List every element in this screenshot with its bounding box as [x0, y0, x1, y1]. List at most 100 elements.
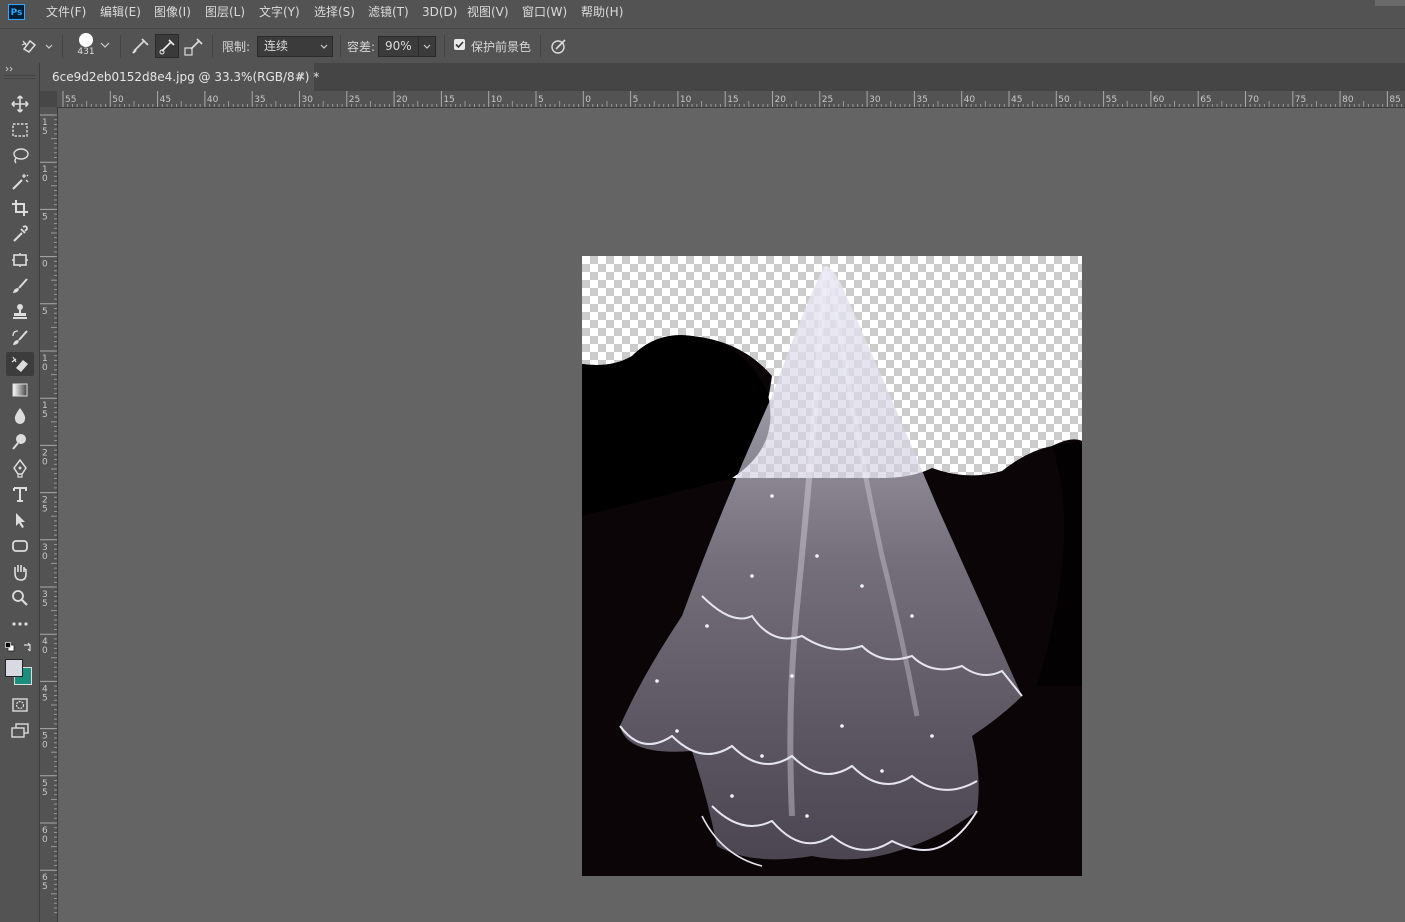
collapse-panel-icon[interactable]	[5, 66, 15, 72]
ruler-label: 50	[1058, 95, 1070, 105]
gradient-tool[interactable]	[6, 378, 34, 402]
eyedropper-tool[interactable]	[6, 222, 34, 246]
ruler-label: 50	[112, 95, 124, 105]
type-icon	[13, 487, 27, 502]
foreground-color-swatch[interactable]	[5, 659, 23, 677]
crop-tool[interactable]	[6, 196, 34, 220]
screen-mode-button[interactable]	[6, 719, 34, 743]
tolerance-value: 90%	[385, 39, 412, 53]
type-tool[interactable]	[6, 482, 34, 506]
ruler-label: 35	[254, 95, 265, 105]
brush-tip-icon	[79, 33, 93, 47]
document-canvas[interactable]	[582, 256, 1082, 876]
history-brush-tool[interactable]	[6, 326, 34, 350]
vertical-ruler[interactable]: 1510505101520253035404550556065	[40, 107, 58, 922]
ruler-label: 10	[491, 95, 503, 105]
horizontal-ruler[interactable]: 55 50 45 40 35 30 25 20 15 10 5 0 5 10 15 20 25 30 35 40 45 5…	[57, 91, 1405, 108]
history-brush-icon	[12, 330, 28, 345]
menu-edit[interactable]: 编辑(E)	[100, 0, 141, 25]
edit-toolbar-button[interactable]	[6, 612, 34, 636]
ruler-label: 85	[1389, 95, 1400, 105]
chevron-down-icon[interactable]	[100, 41, 110, 49]
path-select-tool[interactable]	[6, 508, 34, 532]
ruler-label: 15	[727, 95, 738, 105]
chevron-down-icon	[320, 44, 328, 49]
tolerance-label: 容差:	[347, 40, 376, 54]
background-eraser-tool[interactable]	[6, 352, 34, 376]
frame-tool[interactable]	[6, 248, 34, 272]
toolbox-grip[interactable]	[4, 75, 36, 79]
hand-tool[interactable]	[6, 560, 34, 584]
menu-layer[interactable]: 图层(L)	[205, 0, 245, 25]
pen-tool[interactable]	[6, 456, 34, 480]
close-icon[interactable]: ×	[296, 69, 306, 83]
shape-tool[interactable]	[6, 534, 34, 558]
lasso-tool[interactable]	[6, 144, 34, 168]
protect-foreground-label[interactable]: 保护前景色	[471, 38, 531, 55]
marquee-tool[interactable]	[6, 118, 34, 142]
shape-icon	[12, 540, 28, 552]
ruler-label: 5	[42, 307, 48, 317]
brush-size-picker[interactable]: 431	[76, 32, 96, 60]
menu-image[interactable]: 图像(I)	[154, 0, 191, 25]
limit-select[interactable]: 连续	[257, 36, 333, 57]
brush-tool[interactable]	[6, 274, 34, 298]
ruler-origin[interactable]	[40, 91, 57, 107]
tolerance-dropdown-button[interactable]	[418, 37, 435, 56]
tool-preset-picker[interactable]	[20, 37, 54, 58]
ruler-label: 50	[42, 732, 48, 751]
protect-foreground-checkbox[interactable]	[454, 39, 465, 50]
zoom-tool[interactable]	[6, 586, 34, 610]
dodge-tool[interactable]	[6, 430, 34, 454]
marquee-icon	[12, 123, 28, 137]
swap-colors-icon[interactable]	[22, 642, 33, 653]
menu-select[interactable]: 选择(S)	[314, 0, 355, 25]
sampling-background-button[interactable]	[183, 35, 205, 57]
sampling-once-button[interactable]	[155, 34, 179, 58]
window-control[interactable]	[1375, 0, 1405, 6]
menu-window[interactable]: 窗口(W)	[522, 0, 567, 25]
menu-view[interactable]: 视图(V)	[467, 0, 509, 25]
ruler-label: 20	[42, 448, 48, 467]
ruler-label: 10	[42, 354, 48, 373]
magic-wand-tool[interactable]	[6, 170, 34, 194]
ruler-label: 55	[42, 779, 48, 798]
ruler-label: 45	[1011, 95, 1022, 105]
ruler-label: 15	[443, 95, 454, 105]
menu-3d[interactable]: 3D(D)	[422, 0, 457, 25]
menu-file[interactable]: 文件(F)	[46, 0, 86, 25]
ruler-label: 5	[42, 212, 48, 222]
screen-mode-icon	[11, 723, 29, 738]
background-eraser-icon	[21, 39, 53, 53]
more-icon	[12, 622, 28, 626]
dodge-icon	[12, 434, 26, 450]
blur-icon	[14, 408, 26, 424]
ruler-label: 70	[1248, 95, 1260, 105]
ruler-label: 35	[42, 590, 48, 609]
menu-filter[interactable]: 滤镜(T)	[368, 0, 409, 25]
ruler-label: 55	[65, 95, 76, 105]
menu-type[interactable]: 文字(Y)	[259, 0, 300, 25]
sampling-continuous-button[interactable]	[130, 35, 152, 57]
blur-tool[interactable]	[6, 404, 34, 428]
ruler-label: 25	[349, 95, 360, 105]
menu-help[interactable]: 帮助(H)	[581, 0, 623, 25]
move-tool[interactable]	[6, 92, 34, 116]
zoom-icon	[12, 590, 28, 606]
pen-icon	[13, 458, 27, 478]
pressure-size-button[interactable]	[550, 37, 568, 58]
stamp-icon	[13, 304, 27, 319]
stamp-tool[interactable]	[6, 300, 34, 324]
document-tab[interactable]: 6ce9d2eb0152d8e4.jpg @ 33.3%(RGB/8#) * ×	[40, 63, 319, 91]
tolerance-input[interactable]: 90%	[378, 36, 436, 57]
ruler-label: 0	[585, 95, 591, 105]
document-tab-bar: 6ce9d2eb0152d8e4.jpg @ 33.3%(RGB/8#) * ×	[40, 63, 1405, 91]
magic-wand-icon	[12, 174, 29, 190]
app-logo: Ps	[8, 4, 25, 20]
eyedropper-background-icon	[184, 38, 203, 56]
default-colors-icon[interactable]	[5, 642, 15, 652]
quick-mask-button[interactable]	[6, 693, 34, 717]
limit-value: 连续	[264, 39, 289, 53]
ruler-label: 65	[42, 873, 48, 892]
move-icon	[11, 95, 29, 113]
